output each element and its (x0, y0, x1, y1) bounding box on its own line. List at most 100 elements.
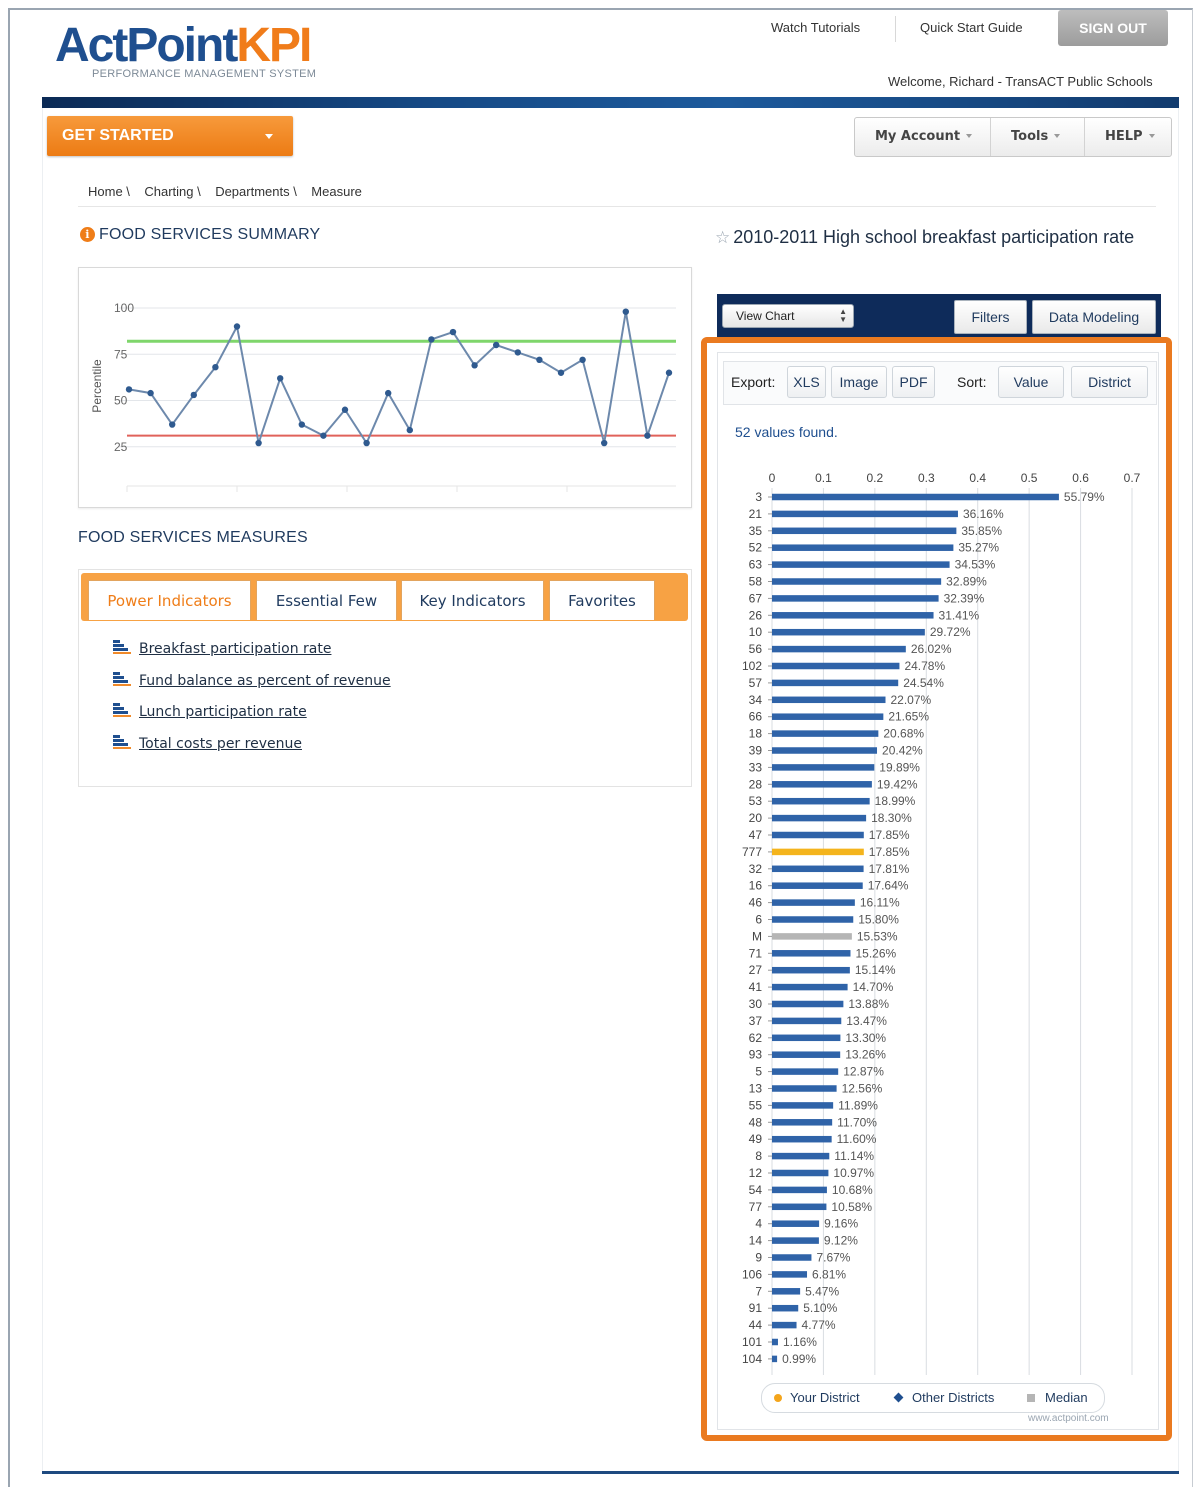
bar[interactable] (772, 814, 867, 822)
bar[interactable] (772, 747, 878, 754)
data-point[interactable] (341, 406, 349, 413)
bar[interactable] (772, 1271, 808, 1278)
bar[interactable] (772, 1119, 833, 1126)
bar[interactable] (772, 1355, 778, 1363)
watch-tutorials-link[interactable]: Watch Tutorials (771, 20, 860, 35)
export-xls-button[interactable]: XLS (787, 366, 826, 398)
data-point[interactable] (579, 356, 586, 363)
tab-essential-few[interactable]: Essential Few (256, 580, 397, 620)
data-point[interactable] (536, 356, 543, 363)
bar[interactable] (772, 916, 854, 923)
measure-link[interactable]: Lunch participation rate (113, 703, 307, 720)
summary-line-chart[interactable]: 100 75 50 25 Percentile (79, 268, 691, 506)
view-select[interactable]: View Chart ▲ ▼ (722, 304, 854, 328)
breadcrumb-home[interactable]: Home \ (88, 184, 130, 199)
bar[interactable] (772, 510, 958, 518)
measure-link[interactable]: Breakfast participation rate (113, 640, 331, 657)
legend-your-district[interactable]: Your District (774, 1390, 860, 1405)
bar[interactable] (772, 1288, 801, 1295)
bar[interactable] (772, 1102, 834, 1109)
measure-link[interactable]: Fund balance as percent of revenue (113, 672, 391, 689)
bar[interactable] (772, 797, 870, 805)
tab-key-indicators[interactable]: Key Indicators (401, 580, 544, 620)
data-modeling-button[interactable]: Data Modeling (1032, 300, 1156, 334)
bar[interactable] (772, 612, 934, 619)
bar[interactable] (772, 882, 863, 889)
data-point[interactable] (449, 328, 457, 336)
bar[interactable] (772, 1085, 837, 1092)
bar[interactable] (772, 1304, 799, 1312)
data-point[interactable] (471, 362, 478, 369)
data-point[interactable] (493, 341, 500, 349)
bar[interactable] (772, 1186, 827, 1194)
bar[interactable] (772, 764, 875, 771)
data-point[interactable] (601, 439, 608, 447)
data-point[interactable] (644, 432, 651, 439)
bar[interactable] (772, 966, 850, 974)
bar[interactable] (772, 1254, 812, 1261)
bar[interactable] (772, 831, 864, 839)
bar[interactable] (772, 865, 864, 873)
data-point[interactable] (363, 439, 370, 447)
data-point[interactable] (298, 421, 305, 428)
breadcrumb-charting[interactable]: Charting \ (144, 184, 200, 199)
bar[interactable] (772, 950, 851, 957)
data-point[interactable] (147, 389, 154, 397)
bar[interactable] (772, 561, 950, 568)
sort-value-button[interactable]: Value (998, 366, 1064, 398)
data-point[interactable] (212, 364, 219, 371)
export-image-button[interactable]: Image (831, 366, 887, 398)
data-point[interactable] (125, 386, 133, 393)
bar[interactable] (772, 628, 925, 636)
tools-menu[interactable]: Tools (991, 118, 1085, 156)
info-icon[interactable]: i (80, 227, 95, 242)
breadcrumb-measure[interactable]: Measure (311, 184, 362, 199)
bar[interactable] (772, 730, 879, 737)
data-point[interactable] (557, 369, 565, 376)
bar[interactable] (772, 1068, 839, 1075)
bar[interactable] (772, 1034, 841, 1042)
get-started-button[interactable]: GET STARTED (47, 116, 293, 156)
bar[interactable] (772, 1051, 841, 1058)
bar[interactable] (772, 1017, 842, 1025)
bar[interactable] (772, 493, 1059, 501)
bar[interactable] (772, 1338, 778, 1346)
bar[interactable] (772, 899, 855, 906)
tab-power-indicators[interactable]: Power Indicators (88, 580, 251, 620)
bar[interactable] (772, 1321, 797, 1329)
bar[interactable] (772, 933, 852, 940)
bar[interactable] (772, 1169, 829, 1177)
bar[interactable] (772, 1220, 820, 1227)
my-account-menu[interactable]: My Account (855, 118, 991, 156)
data-point[interactable] (277, 375, 284, 382)
bar[interactable] (772, 713, 884, 720)
bar[interactable] (772, 527, 957, 535)
data-point[interactable] (406, 426, 413, 434)
data-point[interactable] (320, 432, 327, 439)
sign-out-button[interactable]: SIGN OUT (1058, 10, 1168, 46)
bar[interactable] (772, 1135, 832, 1143)
bar[interactable] (772, 1203, 827, 1211)
data-point[interactable] (622, 308, 629, 315)
logo[interactable]: ActPointKPI PERFORMANCE MANAGEMENT SYSTE… (55, 20, 316, 81)
bar[interactable] (772, 679, 899, 687)
bar[interactable] (772, 662, 900, 670)
export-pdf-button[interactable]: PDF (892, 366, 935, 398)
bar[interactable] (772, 983, 848, 991)
data-point[interactable] (385, 389, 392, 397)
bar[interactable] (772, 781, 872, 788)
data-point[interactable] (190, 391, 197, 399)
sort-district-button[interactable]: District (1071, 366, 1148, 398)
bar[interactable] (772, 848, 864, 856)
data-point[interactable] (428, 336, 435, 343)
legend-other-districts[interactable]: Other Districts (893, 1390, 994, 1405)
quick-start-guide-link[interactable]: Quick Start Guide (920, 20, 1023, 35)
data-point[interactable] (169, 421, 176, 428)
bar[interactable] (772, 578, 942, 585)
tab-favorites[interactable]: Favorites (549, 580, 655, 620)
bar[interactable] (772, 544, 954, 551)
bar[interactable] (772, 595, 939, 602)
bar[interactable] (772, 645, 906, 653)
legend-median[interactable]: Median (1027, 1390, 1088, 1405)
data-point[interactable] (514, 349, 521, 356)
